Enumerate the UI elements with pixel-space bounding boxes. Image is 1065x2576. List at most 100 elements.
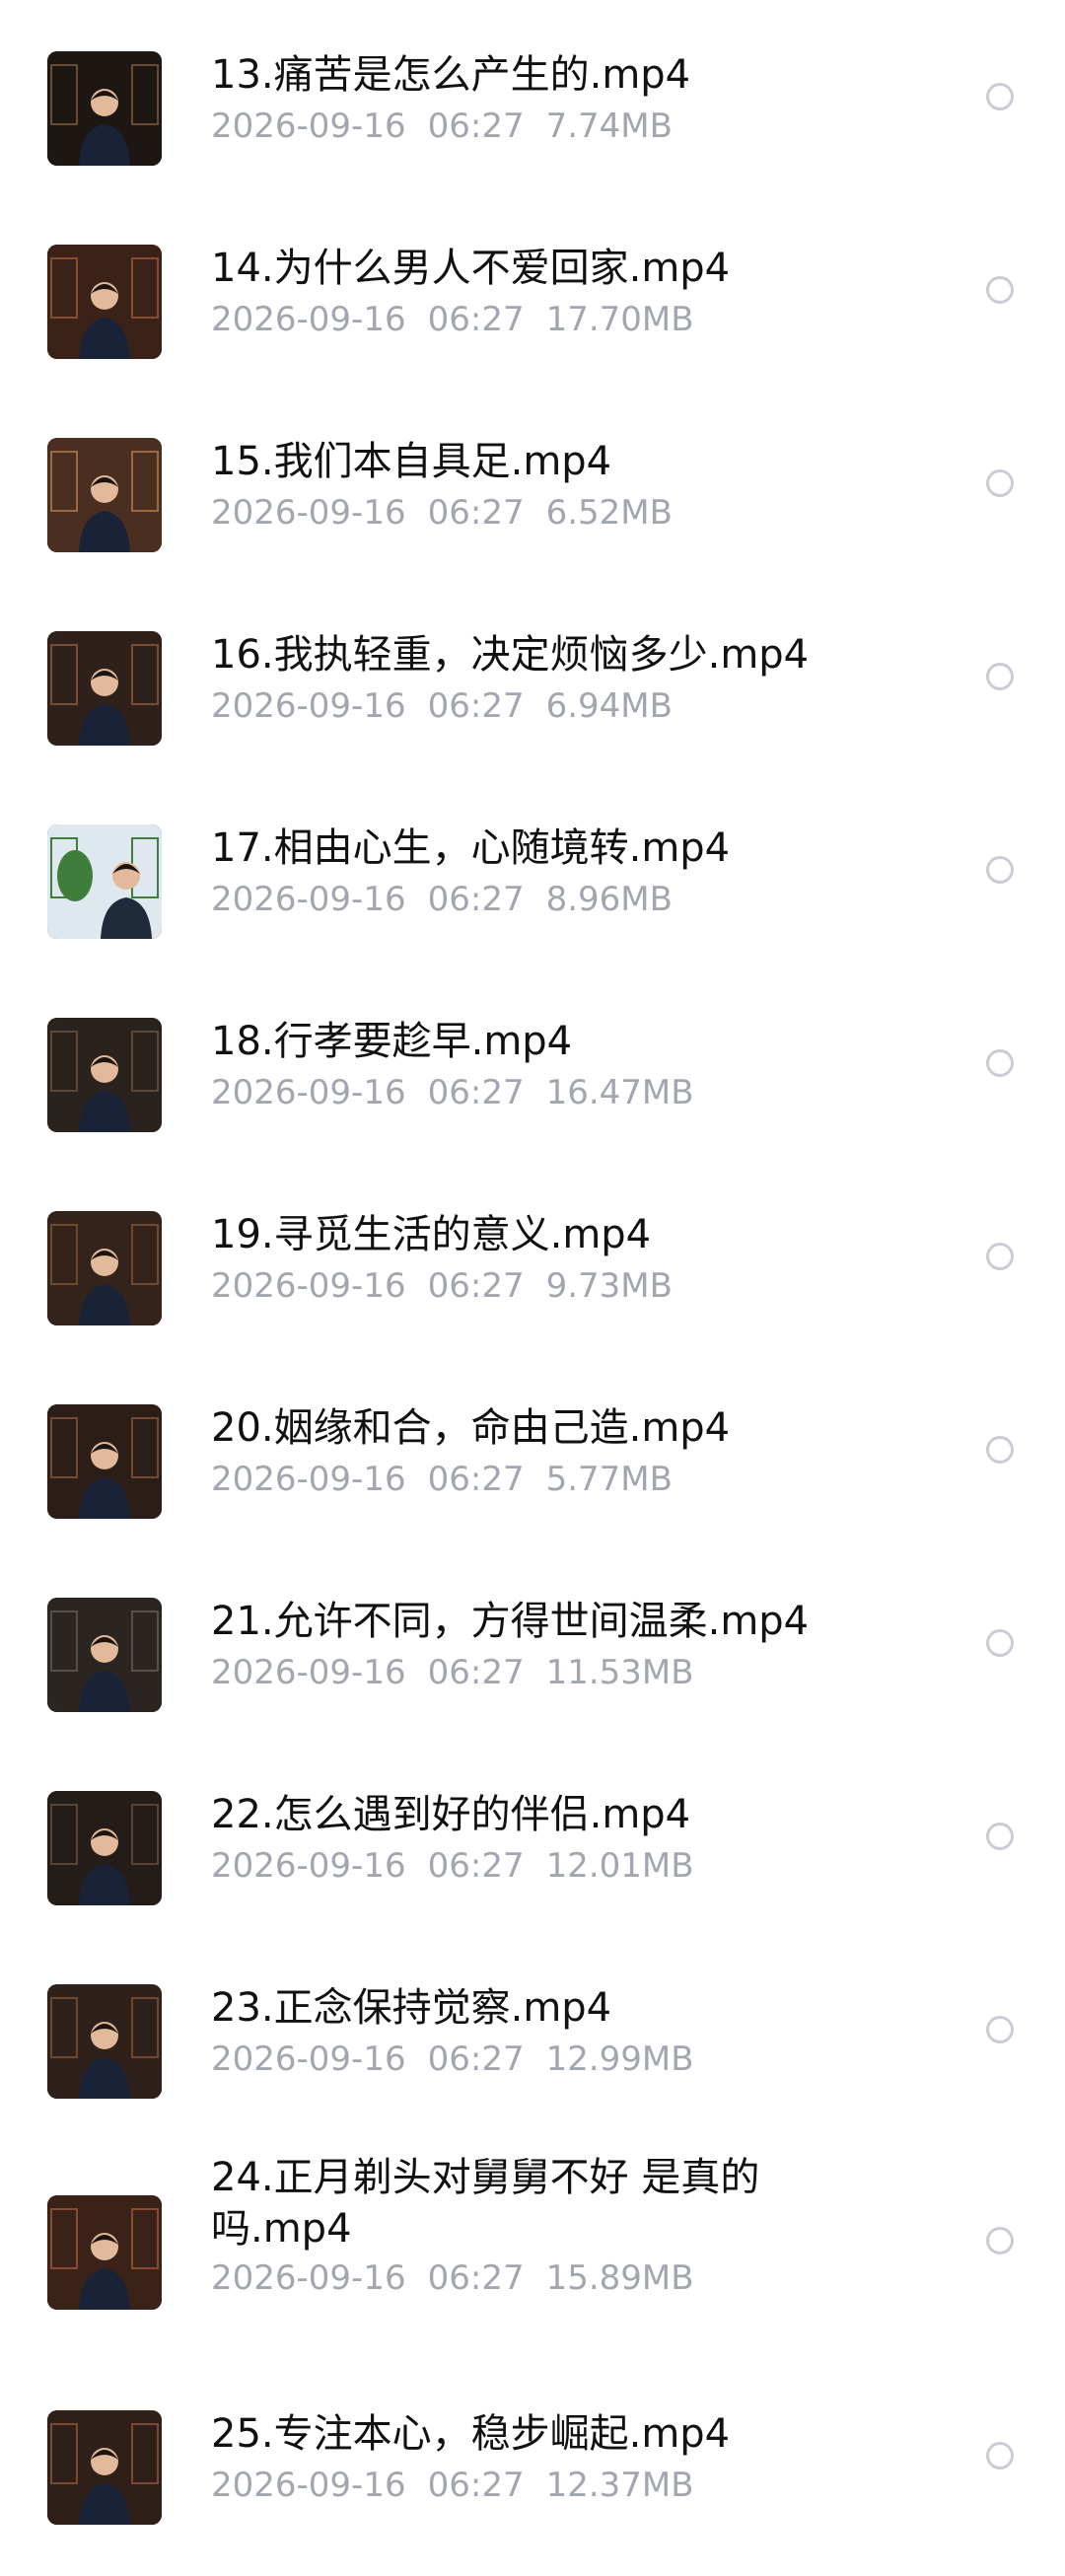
file-row[interactable]: 13.痛苦是怎么产生的.mp4 2026-09-16 06:27 7.74MB xyxy=(0,39,1065,217)
file-meta: 2026-09-16 06:27 6.94MB xyxy=(211,686,673,726)
file-name: 13.痛苦是怎么产生的.mp4 xyxy=(211,52,691,98)
file-time: 06:27 xyxy=(427,1460,525,1499)
file-time: 06:27 xyxy=(427,2466,525,2505)
file-row[interactable]: 18.行孝要趁早.mp4 2026-09-16 06:27 16.47MB xyxy=(0,1006,1065,1183)
select-radio-button[interactable] xyxy=(986,1629,1014,1657)
file-name: 21.允许不同，方得世间温柔.mp4 xyxy=(211,1599,810,1644)
file-row[interactable]: 24.正月剃头对舅舅不好 是真的吗.mp4 2026-09-16 06:27 15.8… xyxy=(0,2155,1065,2343)
file-date: 2026-09-16 xyxy=(211,107,406,146)
file-date: 2026-09-16 xyxy=(211,1460,406,1499)
file-size: 8.96MB xyxy=(545,880,673,919)
file-size: 12.99MB xyxy=(545,2039,694,2079)
video-thumbnail[interactable] xyxy=(47,1984,162,2099)
file-name: 20.姻缘和合，命由己造.mp4 xyxy=(211,1405,731,1451)
select-radio-button[interactable] xyxy=(986,83,1014,110)
file-date: 2026-09-16 xyxy=(211,1653,406,1692)
file-date: 2026-09-16 xyxy=(211,493,406,533)
video-thumbnail[interactable] xyxy=(47,245,162,359)
video-thumbnail[interactable] xyxy=(47,1791,162,1905)
file-name: 25.专注本心，稳步崛起.mp4 xyxy=(211,2411,731,2457)
video-thumbnail[interactable] xyxy=(47,2195,162,2310)
video-thumbnail-image xyxy=(47,438,162,552)
select-radio-button[interactable] xyxy=(986,663,1014,690)
select-radio-button[interactable] xyxy=(986,2016,1014,2043)
file-row[interactable]: 22.怎么遇到好的伴侣.mp4 2026-09-16 06:27 12.01MB xyxy=(0,1779,1065,1957)
file-name: 16.我执轻重，决定烦恼多少.mp4 xyxy=(211,632,810,678)
file-time: 06:27 xyxy=(427,1846,525,1886)
select-radio-button[interactable] xyxy=(986,1243,1014,1270)
file-row[interactable]: 21.允许不同，方得世间温柔.mp4 2026-09-16 06:27 11.53MB xyxy=(0,1586,1065,1763)
video-thumbnail[interactable] xyxy=(47,438,162,552)
file-date: 2026-09-16 xyxy=(211,1073,406,1112)
file-name: 15.我们本自具足.mp4 xyxy=(211,439,612,484)
select-radio-button[interactable] xyxy=(986,2227,1014,2254)
video-thumbnail-image xyxy=(47,1984,162,2099)
file-meta: 2026-09-16 06:27 7.74MB xyxy=(211,107,673,146)
file-row[interactable]: 16.我执轻重，决定烦恼多少.mp4 2026-09-16 06:27 6.94MB xyxy=(0,619,1065,797)
file-row[interactable]: 17.相由心生，心随境转.mp4 2026-09-16 06:27 8.96MB xyxy=(0,813,1065,990)
file-name: 24.正月剃头对舅舅不好 是真的吗.mp4 xyxy=(211,2155,760,2252)
video-thumbnail[interactable] xyxy=(47,1598,162,1712)
file-meta: 2026-09-16 06:27 6.52MB xyxy=(211,493,673,533)
file-meta: 2026-09-16 06:27 12.99MB xyxy=(211,2039,694,2079)
file-meta: 2026-09-16 06:27 9.73MB xyxy=(211,1266,673,1306)
select-radio-button[interactable] xyxy=(986,276,1014,304)
file-meta: 2026-09-16 06:27 11.53MB xyxy=(211,1653,694,1692)
file-time: 06:27 xyxy=(427,1073,525,1112)
file-date: 2026-09-16 xyxy=(211,300,406,339)
select-radio-button[interactable] xyxy=(986,1049,1014,1077)
file-row[interactable]: 15.我们本自具足.mp4 2026-09-16 06:27 6.52MB xyxy=(0,426,1065,604)
file-size: 6.52MB xyxy=(545,493,673,533)
video-thumbnail[interactable] xyxy=(47,1404,162,1519)
file-row[interactable]: 23.正念保持觉察.mp4 2026-09-16 06:27 12.99MB xyxy=(0,1972,1065,2150)
file-time: 06:27 xyxy=(427,1653,525,1692)
select-radio-button[interactable] xyxy=(986,856,1014,884)
file-size: 6.94MB xyxy=(545,686,673,726)
file-size: 5.77MB xyxy=(545,1460,673,1499)
video-thumbnail-image xyxy=(47,245,162,359)
file-time: 06:27 xyxy=(427,1266,525,1306)
file-date: 2026-09-16 xyxy=(211,686,406,726)
video-thumbnail[interactable] xyxy=(47,824,162,939)
file-name: 14.为什么男人不爱回家.mp4 xyxy=(211,246,731,291)
file-date: 2026-09-16 xyxy=(211,1846,406,1886)
file-row[interactable]: 25.专注本心，稳步崛起.mp4 2026-09-16 06:27 12.37MB xyxy=(0,2398,1065,2576)
video-thumbnail-image xyxy=(47,1791,162,1905)
file-size: 7.74MB xyxy=(545,107,673,146)
video-thumbnail[interactable] xyxy=(47,1018,162,1132)
file-name: 19.寻觅生活的意义.mp4 xyxy=(211,1212,652,1257)
file-meta: 2026-09-16 06:27 12.01MB xyxy=(211,1846,694,1886)
file-time: 06:27 xyxy=(427,2039,525,2079)
file-size: 17.70MB xyxy=(545,300,694,339)
file-row[interactable]: 20.姻缘和合，命由己造.mp4 2026-09-16 06:27 5.77MB xyxy=(0,1393,1065,1570)
select-radio-button[interactable] xyxy=(986,469,1014,497)
video-thumbnail-image xyxy=(47,1211,162,1325)
file-name: 22.怎么遇到好的伴侣.mp4 xyxy=(211,1792,691,1837)
file-list: 13.痛苦是怎么产生的.mp4 2026-09-16 06:27 7.74MB 14.为… xyxy=(0,0,1065,2525)
select-radio-button[interactable] xyxy=(986,1823,1014,1850)
file-meta: 2026-09-16 06:27 15.89MB xyxy=(211,2258,694,2298)
file-time: 06:27 xyxy=(427,686,525,726)
file-size: 12.37MB xyxy=(545,2466,694,2505)
video-thumbnail-image xyxy=(47,2195,162,2310)
video-thumbnail[interactable] xyxy=(47,631,162,746)
file-date: 2026-09-16 xyxy=(211,2466,406,2505)
file-time: 06:27 xyxy=(427,880,525,919)
video-thumbnail[interactable] xyxy=(47,1211,162,1325)
file-date: 2026-09-16 xyxy=(211,1266,406,1306)
video-thumbnail[interactable] xyxy=(47,51,162,166)
select-radio-button[interactable] xyxy=(986,2442,1014,2469)
file-name: 23.正念保持觉察.mp4 xyxy=(211,1985,612,2031)
video-thumbnail-image xyxy=(47,1404,162,1519)
video-thumbnail-image xyxy=(47,2410,162,2525)
file-date: 2026-09-16 xyxy=(211,2258,406,2298)
video-thumbnail[interactable] xyxy=(47,2410,162,2525)
video-thumbnail-image xyxy=(47,824,162,939)
file-meta: 2026-09-16 06:27 12.37MB xyxy=(211,2466,694,2505)
file-row[interactable]: 14.为什么男人不爱回家.mp4 2026-09-16 06:27 17.70MB xyxy=(0,233,1065,410)
video-thumbnail-image xyxy=(47,51,162,166)
file-size: 11.53MB xyxy=(545,1653,694,1692)
file-row[interactable]: 19.寻觅生活的意义.mp4 2026-09-16 06:27 9.73MB xyxy=(0,1199,1065,1377)
file-size: 9.73MB xyxy=(545,1266,673,1306)
select-radio-button[interactable] xyxy=(986,1436,1014,1464)
